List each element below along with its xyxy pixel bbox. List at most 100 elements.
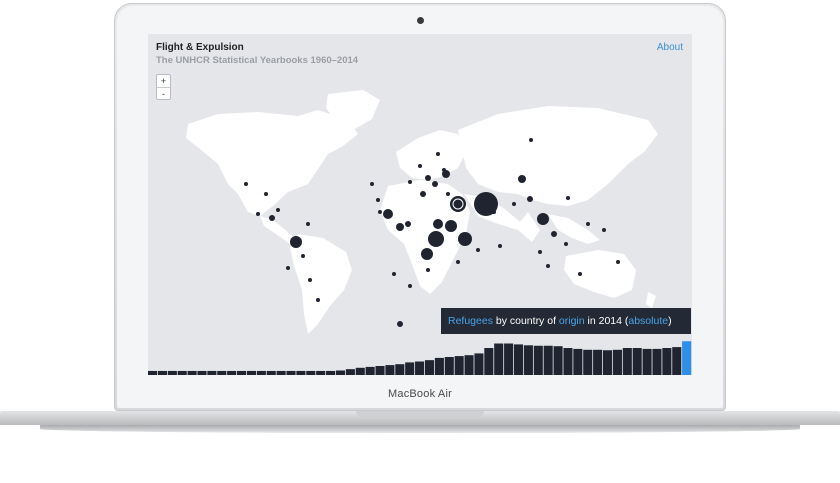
timeline-bar[interactable] xyxy=(464,355,474,375)
refugee-bubble[interactable] xyxy=(418,164,422,168)
timeline-bar[interactable] xyxy=(316,370,326,375)
refugee-bubble[interactable] xyxy=(537,213,549,225)
timeline-bar[interactable] xyxy=(187,370,197,375)
refugee-bubble[interactable] xyxy=(538,250,542,254)
timeline-bar[interactable] xyxy=(355,367,365,375)
timeline-bar[interactable] xyxy=(612,349,622,375)
zoom-out-button[interactable]: - xyxy=(157,87,170,100)
refugee-bubble[interactable] xyxy=(405,221,411,227)
timeline-bar[interactable] xyxy=(217,370,227,375)
refugee-bubble[interactable] xyxy=(378,210,382,214)
refugee-bubble[interactable] xyxy=(566,196,570,200)
metric-link[interactable]: Refugees xyxy=(448,315,493,327)
mode-link[interactable]: absolute xyxy=(628,315,668,327)
timeline-bar[interactable] xyxy=(454,356,464,375)
timeline-bar[interactable] xyxy=(573,348,583,375)
refugee-bubble[interactable] xyxy=(421,248,433,260)
timeline-bar[interactable] xyxy=(622,348,632,375)
refugee-bubble[interactable] xyxy=(425,175,431,181)
timeline-bar[interactable] xyxy=(148,370,158,375)
refugee-bubble[interactable] xyxy=(564,242,568,246)
refugee-bubble[interactable] xyxy=(450,196,466,212)
timeline-bar[interactable] xyxy=(266,370,276,375)
timeline-bar[interactable] xyxy=(405,362,415,375)
refugee-bubble[interactable] xyxy=(446,192,450,196)
timeline-bar[interactable] xyxy=(345,369,355,375)
refugee-bubble[interactable] xyxy=(512,202,516,206)
timeline-bar[interactable] xyxy=(504,343,514,376)
timeline-bar[interactable] xyxy=(256,370,266,375)
timeline-bar[interactable] xyxy=(424,360,435,375)
timeline-bar[interactable] xyxy=(415,361,425,376)
refugee-bubble[interactable] xyxy=(436,152,440,156)
timeline-bar[interactable] xyxy=(632,348,642,375)
timeline-bar[interactable] xyxy=(167,370,177,375)
refugee-bubble[interactable] xyxy=(527,196,533,202)
timeline-bar[interactable] xyxy=(246,370,256,375)
timeline-bar[interactable] xyxy=(385,365,395,375)
timeline-bar[interactable] xyxy=(672,347,682,375)
timeline-bar-selected[interactable] xyxy=(682,341,692,375)
refugee-bubble[interactable] xyxy=(276,208,280,212)
timeline-bar[interactable] xyxy=(276,370,286,375)
timeline-bar[interactable] xyxy=(326,370,336,375)
refugee-bubble[interactable] xyxy=(408,180,412,184)
refugee-bubble[interactable] xyxy=(269,215,275,221)
timeline-bar[interactable] xyxy=(494,343,504,376)
year-timeline[interactable] xyxy=(148,330,692,375)
refugee-bubble[interactable] xyxy=(456,260,460,264)
refugee-bubble[interactable] xyxy=(492,210,496,214)
refugee-bubble[interactable] xyxy=(498,244,502,248)
timeline-bar[interactable] xyxy=(296,370,306,375)
timeline-bar[interactable] xyxy=(533,345,543,375)
refugee-bubble[interactable] xyxy=(458,232,472,246)
timeline-bar[interactable] xyxy=(583,349,593,375)
refugee-bubble[interactable] xyxy=(433,219,443,229)
refugee-bubble[interactable] xyxy=(529,138,533,142)
timeline-bar[interactable] xyxy=(207,370,217,375)
refugee-bubble[interactable] xyxy=(286,266,290,270)
refugee-bubble[interactable] xyxy=(551,231,557,237)
timeline-bar[interactable] xyxy=(197,370,207,375)
refugee-bubble[interactable] xyxy=(396,223,404,231)
timeline-bar[interactable] xyxy=(602,350,613,375)
timeline-bar[interactable] xyxy=(286,370,296,375)
refugee-bubble[interactable] xyxy=(420,191,426,197)
refugee-bubble[interactable] xyxy=(301,254,305,258)
refugee-bubble[interactable] xyxy=(370,182,374,186)
refugee-bubble[interactable] xyxy=(602,228,606,232)
refugee-bubble[interactable] xyxy=(383,209,393,219)
refugee-bubble[interactable] xyxy=(306,222,310,226)
timeline-bar[interactable] xyxy=(157,370,167,375)
refugee-bubble[interactable] xyxy=(546,264,550,268)
timeline-bar[interactable] xyxy=(227,370,237,375)
refugee-bubble[interactable] xyxy=(442,168,446,172)
timeline-bar[interactable] xyxy=(375,366,385,375)
refugee-bubble[interactable] xyxy=(290,236,302,248)
timeline-bar[interactable] xyxy=(365,366,375,375)
refugee-bubble[interactable] xyxy=(244,182,248,186)
timeline-bar[interactable] xyxy=(642,348,652,375)
timeline-bar[interactable] xyxy=(434,357,444,375)
timeline-bar[interactable] xyxy=(395,364,405,375)
zoom-in-button[interactable]: + xyxy=(157,75,170,87)
refugee-bubble[interactable] xyxy=(316,298,320,302)
refugee-bubble[interactable] xyxy=(432,181,438,187)
refugee-bubble[interactable] xyxy=(428,231,444,247)
refugee-bubble[interactable] xyxy=(426,268,430,272)
timeline-bar[interactable] xyxy=(177,370,187,375)
refugee-bubble[interactable] xyxy=(392,272,396,276)
refugee-bubble[interactable] xyxy=(308,278,312,282)
refugee-bubble[interactable] xyxy=(445,220,457,232)
refugee-bubble[interactable] xyxy=(578,272,582,276)
about-link[interactable]: About xyxy=(657,42,683,53)
timeline-bar[interactable] xyxy=(543,345,553,375)
refugee-bubble[interactable] xyxy=(408,284,412,288)
refugee-bubble[interactable] xyxy=(476,248,480,252)
timeline-bar[interactable] xyxy=(335,370,346,376)
refugee-bubble[interactable] xyxy=(256,212,260,216)
timeline-bar[interactable] xyxy=(662,348,672,375)
refugee-bubble[interactable] xyxy=(586,222,590,226)
refugee-bubble[interactable] xyxy=(518,175,526,183)
timeline-bar[interactable] xyxy=(513,344,524,375)
